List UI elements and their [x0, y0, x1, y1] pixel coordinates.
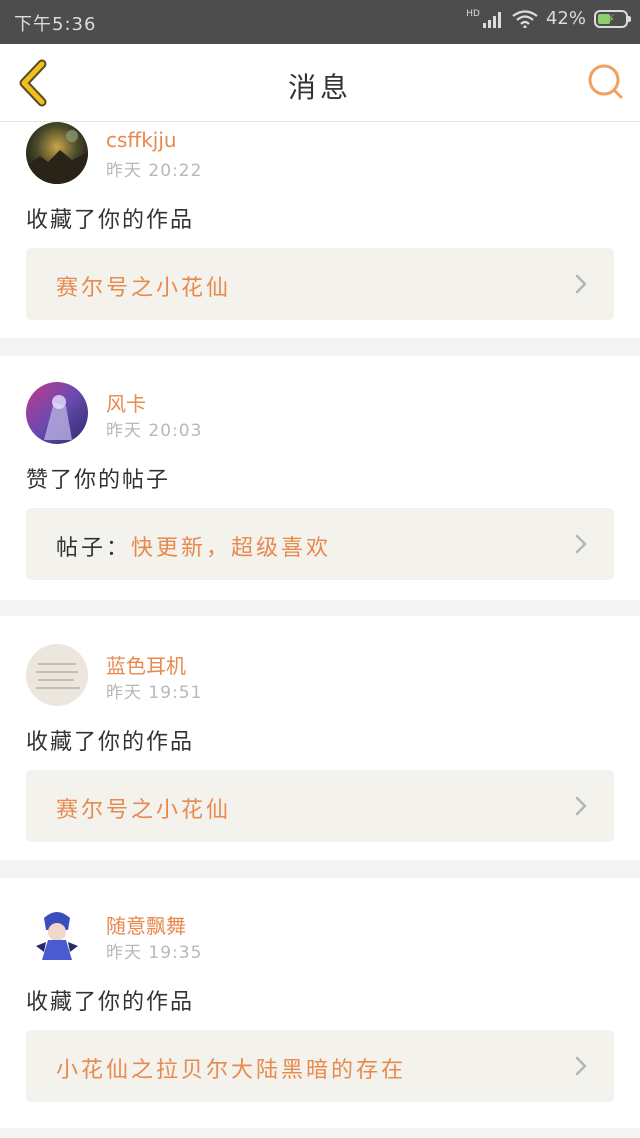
action-text: 收藏了你的作品: [26, 208, 195, 233]
link-title: 赛尔号之小花仙: [56, 798, 232, 823]
linked-work[interactable]: 赛尔号之小花仙: [26, 770, 614, 842]
link-title: 快更新，超级喜欢: [131, 536, 332, 561]
timestamp: 昨天 19:51: [106, 683, 203, 703]
linked-work[interactable]: 小花仙之拉贝尔大陆黑暗的存在: [26, 1030, 614, 1102]
linked-post-title: 帖子：快更新，超级喜欢: [56, 530, 331, 562]
link-prefix: 帖子：: [56, 536, 132, 561]
status-icons: HD 42% ⚡: [466, 8, 631, 29]
timestamp: 昨天 19:35: [106, 943, 203, 963]
username[interactable]: 随意飘舞: [106, 910, 186, 939]
linked-work[interactable]: 赛尔号之小花仙: [26, 248, 614, 320]
page-title: 消息: [287, 71, 352, 104]
search-icon: [588, 64, 623, 99]
action-text: 赞了你的帖子: [26, 468, 171, 493]
network-type-label: HD: [466, 9, 480, 19]
username[interactable]: 蓝色耳机: [106, 650, 186, 679]
chevron-right-icon: [575, 274, 587, 294]
wifi-icon: [512, 9, 538, 28]
avatar[interactable]: [26, 382, 88, 444]
chevron-right-icon: [575, 1056, 587, 1076]
nav-bar: 消息: [0, 44, 640, 122]
message-card: csffkjju 昨天 20:22 收藏了你的作品 赛尔号之小花仙: [0, 122, 640, 338]
avatar[interactable]: [26, 644, 88, 706]
signal-icon: [482, 11, 501, 28]
avatar[interactable]: [26, 904, 88, 966]
battery-icon: ⚡: [594, 9, 631, 28]
action-text: 收藏了你的作品: [26, 730, 195, 755]
timestamp: 昨天 20:22: [106, 161, 203, 181]
username[interactable]: csffkjju: [106, 128, 177, 152]
message-card: 蓝色耳机 昨天 19:51 收藏了你的作品 赛尔号之小花仙: [0, 616, 640, 860]
search-button[interactable]: [586, 62, 626, 102]
username[interactable]: 风卡: [106, 388, 146, 417]
timestamp: 昨天 20:03: [106, 421, 203, 441]
status-bar: 下午5:36 HD 42% ⚡: [0, 0, 640, 44]
message-card: 随意飘舞 昨天 19:35 收藏了你的作品 小花仙之拉贝尔大陆黑暗的存在: [0, 878, 640, 1128]
chevron-right-icon: [575, 796, 587, 816]
link-title: 赛尔号之小花仙: [56, 276, 232, 301]
linked-work-title: 赛尔号之小花仙: [56, 270, 231, 302]
battery-percent: 42%: [545, 8, 586, 29]
charging-icon: ⚡: [606, 11, 616, 26]
linked-work-title: 赛尔号之小花仙: [56, 792, 231, 824]
avatar[interactable]: [26, 122, 88, 184]
action-text: 收藏了你的作品: [26, 990, 195, 1015]
message-card: 风卡 昨天 20:03 赞了你的帖子 帖子：快更新，超级喜欢: [0, 356, 640, 600]
linked-post[interactable]: 帖子：快更新，超级喜欢: [26, 508, 614, 580]
linked-work-title: 小花仙之拉贝尔大陆黑暗的存在: [56, 1052, 406, 1084]
status-time: 下午5:36: [14, 14, 97, 35]
link-title: 小花仙之拉贝尔大陆黑暗的存在: [56, 1058, 407, 1083]
chevron-right-icon: [575, 534, 587, 554]
